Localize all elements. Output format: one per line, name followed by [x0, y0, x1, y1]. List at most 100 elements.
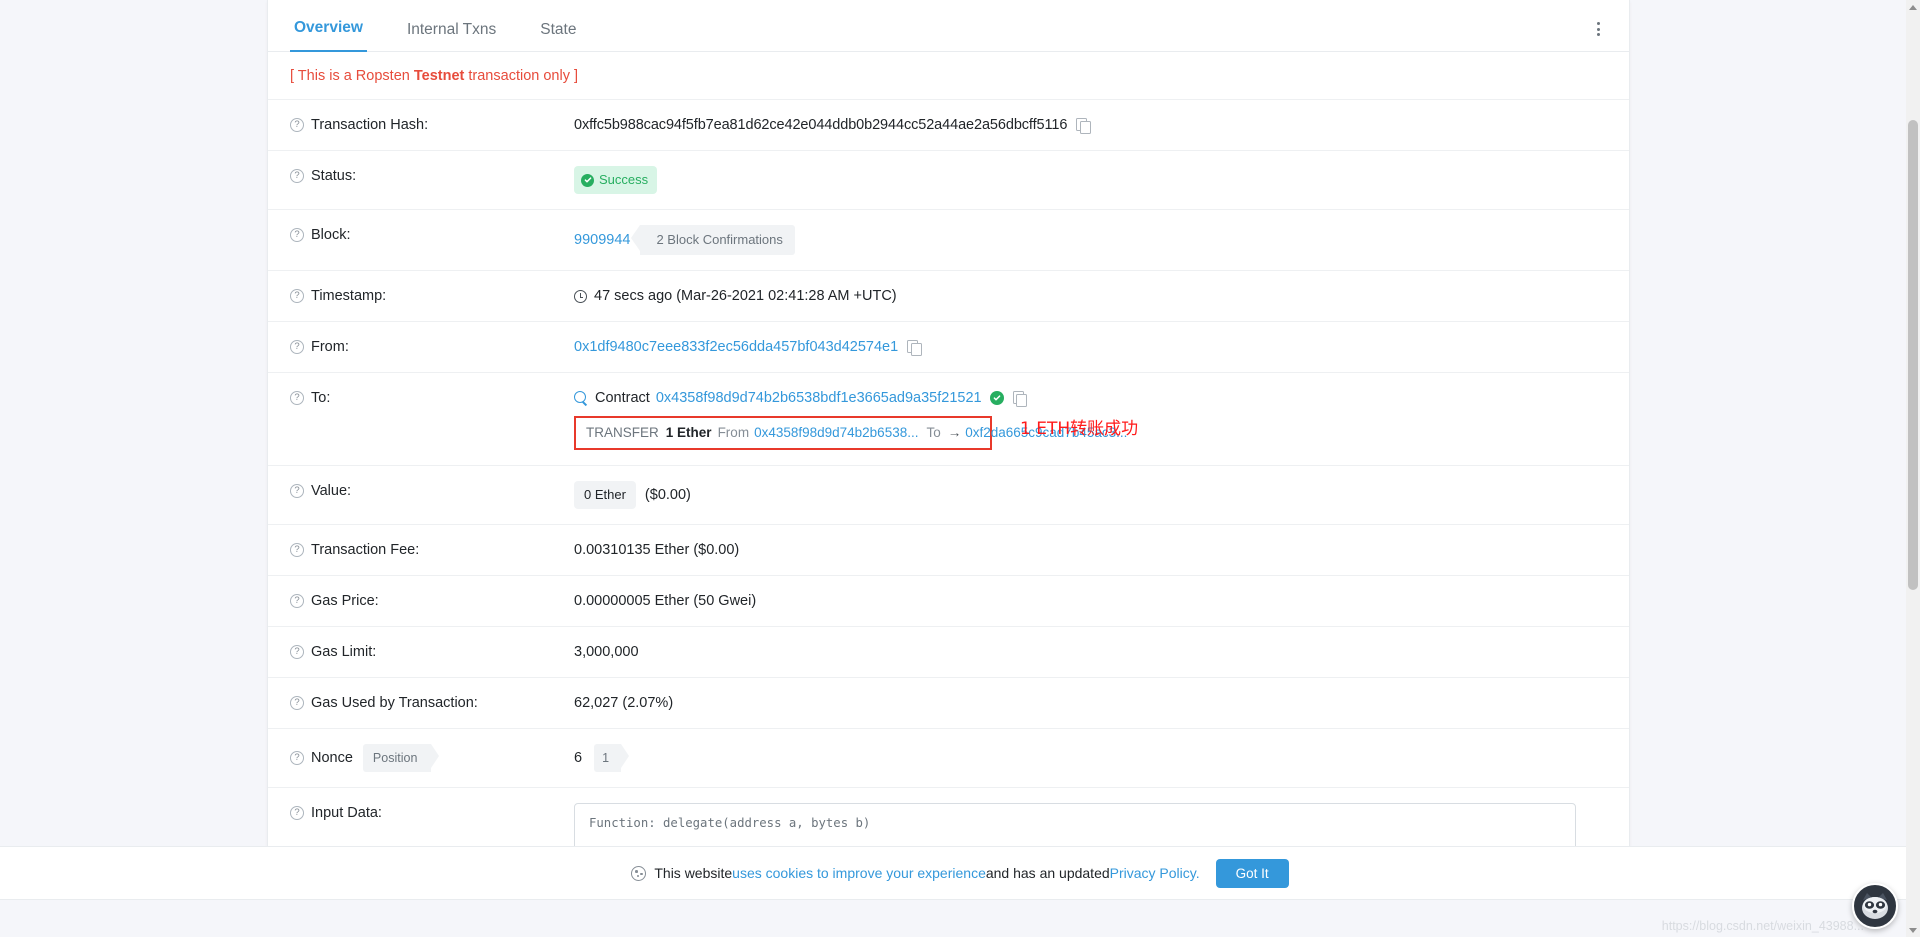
- copy-icon[interactable]: [1076, 118, 1091, 134]
- cookie-policy-link[interactable]: uses cookies to improve your experience: [732, 865, 986, 881]
- transfer-amount: 1 Ether: [666, 423, 712, 443]
- scroll-up-arrow-icon[interactable]: [1906, 0, 1920, 14]
- copy-icon[interactable]: [907, 340, 922, 356]
- value-nonce-container: 6 1: [574, 744, 1607, 772]
- to-content: Contract 0x4358f98d9d74b2b6538bdf1e3665a…: [574, 388, 1607, 450]
- from-address-link[interactable]: 0x1df9480c7eee833f2ec56dda457bf043d42574…: [574, 337, 898, 357]
- contract-magnifier-icon: [574, 391, 588, 405]
- transfer-amount-number: 1: [665, 425, 674, 440]
- value-gas-used: 62,027 (2.07%): [574, 695, 674, 711]
- transaction-hash-value: 0xffc5b988cac94f5fb7ea81d62ce42e044ddb0b…: [574, 117, 1068, 133]
- page-scrollbar[interactable]: [1906, 0, 1920, 937]
- to-contract-line: Contract 0x4358f98d9d74b2b6538bdf1e3665a…: [574, 388, 1028, 408]
- tab-overview[interactable]: Overview: [290, 19, 367, 52]
- value-gas-limit: 3,000,000: [574, 644, 639, 660]
- value-gas-price: 0.00000005 Ether (50 Gwei): [574, 593, 757, 609]
- scroll-down-arrow-icon[interactable]: [1906, 923, 1920, 937]
- etherscan-transaction-page: Overview Internal Txns State [ This is a…: [0, 0, 1920, 937]
- help-icon[interactable]: ?: [290, 484, 304, 498]
- nonce-value: 6: [574, 750, 583, 766]
- label-gas-used-text: Gas Used by Transaction:: [311, 695, 478, 711]
- tab-overflow-menu-icon[interactable]: [1589, 20, 1607, 38]
- row-transaction-hash: ? Transaction Hash: 0xffc5b988cac94f5fb7…: [268, 100, 1629, 151]
- help-icon[interactable]: ?: [290, 289, 304, 303]
- right-gutter: [1637, 0, 1920, 937]
- help-icon[interactable]: ?: [290, 696, 304, 710]
- help-icon[interactable]: ?: [290, 169, 304, 183]
- label-transaction-fee-text: Transaction Fee:: [311, 542, 420, 558]
- help-icon[interactable]: ?: [290, 594, 304, 608]
- privacy-policy-link[interactable]: Privacy Policy.: [1110, 865, 1200, 881]
- label-nonce: ? Nonce Position: [290, 744, 574, 772]
- value-from: 0x1df9480c7eee833f2ec56dda457bf043d42574…: [574, 337, 1607, 357]
- help-icon[interactable]: ?: [290, 118, 304, 132]
- label-transaction-hash-text: Transaction Hash:: [311, 117, 429, 133]
- label-status: ? Status:: [290, 166, 574, 186]
- value-timestamp: 47 secs ago (Mar-26-2021 02:41:28 AM +UT…: [574, 286, 1607, 306]
- bottom-strip: https://blog.csdn.net/weixin_43988...: [0, 900, 1920, 937]
- value-transaction-fee: 0.00310135 Ether ($0.00): [574, 542, 740, 558]
- value-status: Success: [574, 166, 1607, 194]
- help-icon[interactable]: ?: [290, 806, 304, 820]
- value-usd: ($0.00): [644, 487, 691, 503]
- help-icon[interactable]: ?: [290, 391, 304, 405]
- annotation-text: 1 ETH转账成功: [1020, 419, 1139, 439]
- row-gas-price: ? Gas Price: 0.00000005 Ether (50 Gwei): [268, 576, 1629, 627]
- tab-internal-txns[interactable]: Internal Txns: [403, 21, 500, 52]
- label-block-text: Block:: [311, 227, 351, 243]
- value-block: 9909944 2 Block Confirmations: [574, 225, 1607, 255]
- value-amount-pill: 0 Ether: [574, 481, 636, 509]
- transfer-from-word: From: [717, 425, 750, 440]
- testnet-notice-bold: Testnet: [413, 68, 465, 84]
- watermark-text: https://blog.csdn.net/weixin_43988...: [1661, 919, 1864, 933]
- label-input-data-text: Input Data:: [311, 805, 382, 821]
- tab-state[interactable]: State: [536, 21, 580, 52]
- erc20-transfer-highlight-box: TRANSFER 1 Ether From 0x4358f98d9d74b2b6…: [574, 416, 1127, 450]
- row-transaction-fee: ? Transaction Fee: 0.00310135 Ether ($0.…: [268, 525, 1629, 576]
- value-amount-container: 0 Ether ($0.00): [574, 481, 1607, 509]
- row-gas-limit: ? Gas Limit: 3,000,000: [268, 627, 1629, 678]
- tab-bar: Overview Internal Txns State: [268, 0, 1629, 52]
- cookie-consent-bar: This website uses cookies to improve you…: [0, 846, 1920, 900]
- value-transaction-hash: 0xffc5b988cac94f5fb7ea81d62ce42e044ddb0b…: [574, 115, 1607, 135]
- transaction-details-card: Overview Internal Txns State [ This is a…: [267, 0, 1630, 937]
- label-gas-limit: ? Gas Limit:: [290, 642, 574, 662]
- block-confirmations-badge: 2 Block Confirmations: [631, 225, 795, 255]
- testnet-notice: [ This is a Ropsten Testnet transaction …: [268, 52, 1629, 100]
- status-badge: Success: [574, 166, 658, 194]
- label-to-text: To:: [311, 390, 331, 406]
- help-icon[interactable]: ?: [290, 543, 304, 557]
- label-transaction-hash: ? Transaction Hash:: [290, 115, 574, 135]
- check-icon: [581, 173, 594, 187]
- testnet-notice-suffix: transaction only ]: [464, 68, 579, 84]
- cookie-text-before: This website: [654, 865, 733, 881]
- row-timestamp: ? Timestamp: 47 secs ago (Mar-26-2021 02…: [268, 271, 1629, 322]
- transfer-from-address-link[interactable]: 0x4358f98d9d74b2b6538...: [754, 423, 918, 443]
- label-gas-limit-text: Gas Limit:: [311, 644, 377, 660]
- got-it-button[interactable]: Got It: [1215, 858, 1289, 888]
- status-badge-text: Success: [599, 172, 649, 187]
- label-gas-price: ? Gas Price:: [290, 591, 574, 611]
- label-to: ? To:: [290, 388, 574, 408]
- position-badge-label: Position: [362, 744, 440, 772]
- help-icon[interactable]: ?: [290, 340, 304, 354]
- row-nonce: ? Nonce Position 6 1: [268, 729, 1629, 788]
- label-from: ? From:: [290, 337, 574, 357]
- row-block: ? Block: 9909944 2 Block Confirmations: [268, 210, 1629, 271]
- verified-contract-icon: [989, 391, 1004, 405]
- copy-icon[interactable]: [1012, 391, 1028, 407]
- label-timestamp-text: Timestamp:: [311, 288, 387, 304]
- label-value-text: Value:: [311, 483, 352, 499]
- help-icon[interactable]: ?: [290, 228, 304, 242]
- transfer-tag: TRANSFER: [586, 425, 659, 440]
- testnet-notice-prefix: [ This is a Ropsten: [290, 68, 414, 84]
- scrollbar-thumb[interactable]: [1908, 120, 1918, 590]
- chat-widget-avatar-icon[interactable]: [1852, 883, 1898, 929]
- transfer-amount-unit: Ether: [677, 425, 712, 440]
- label-input-data: ? Input Data:: [290, 803, 574, 823]
- row-value: ? Value: 0 Ether ($0.00): [268, 466, 1629, 525]
- help-icon[interactable]: ?: [290, 645, 304, 659]
- help-icon[interactable]: ?: [290, 751, 304, 765]
- to-contract-address-link[interactable]: 0x4358f98d9d74b2b6538bdf1e3665ad9a35f215…: [656, 388, 982, 408]
- block-number-link[interactable]: 9909944: [574, 230, 630, 250]
